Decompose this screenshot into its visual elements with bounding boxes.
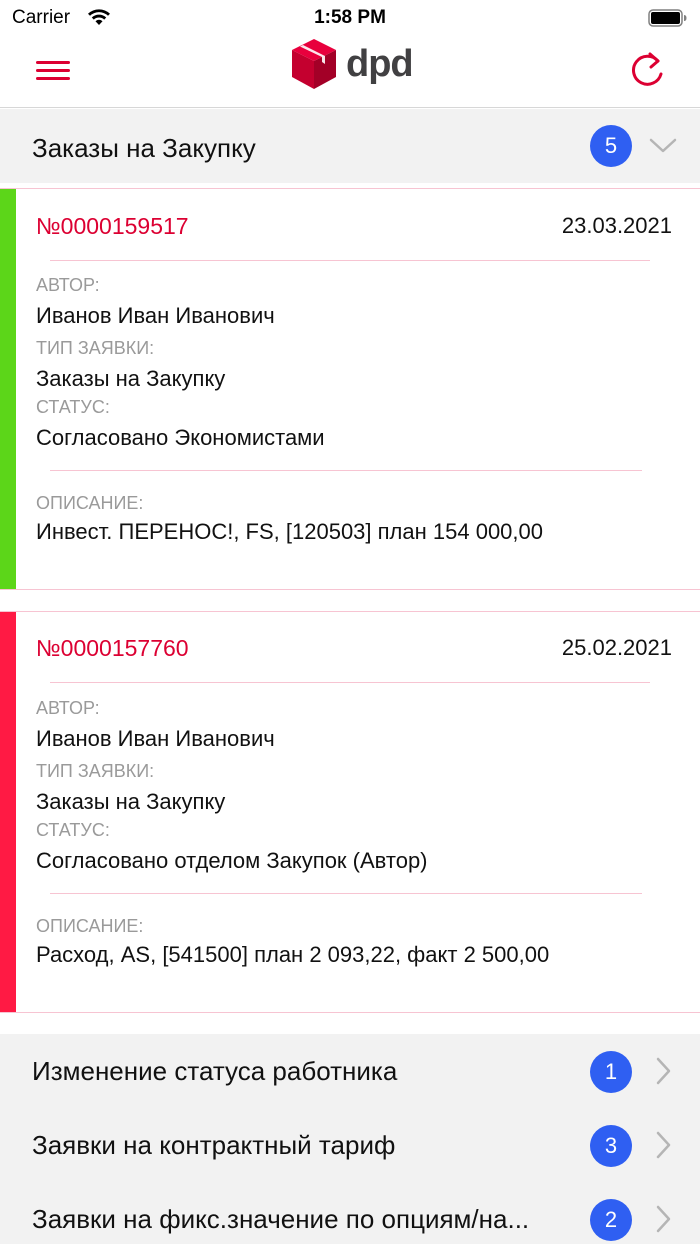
category-label: Заявки на фикс.значение по опциям/на...: [32, 1204, 530, 1234]
type-label: ТИП ЗАЯВКИ:: [36, 761, 155, 781]
clock: 1:58 PM: [314, 7, 386, 28]
category-label: Изменение статуса работника: [32, 1056, 398, 1086]
category-row-fixed-value-options[interactable]: Заявки на фикс.значение по опциям/на... …: [0, 1182, 700, 1244]
order-date: 23.03.2021: [561, 213, 672, 238]
count-badge: 1: [590, 1051, 632, 1093]
category-label: Заявки на контрактный тариф: [32, 1130, 396, 1160]
logo-text: dpd: [346, 42, 414, 85]
order-number: №0000157760: [36, 635, 189, 661]
author-label: АВТОР:: [36, 275, 100, 295]
description-value: Расход, AS, [541500] план 2 093,22, факт…: [36, 942, 550, 967]
chevron-right-icon: [656, 1131, 671, 1159]
refresh-icon[interactable]: [628, 50, 668, 90]
author-value: Иванов Иван Иванович: [36, 303, 275, 328]
status-label: СТАТУС:: [36, 397, 110, 417]
count-badge: 3: [590, 1125, 632, 1167]
chevron-right-icon: [656, 1057, 671, 1085]
status-value: Согласовано отделом Закупок (Автор): [36, 848, 428, 873]
type-value: Заказы на Закупку: [36, 789, 226, 814]
dpd-logo: dpd: [290, 36, 414, 92]
count-badge: 5: [590, 125, 632, 167]
divider: [50, 470, 642, 471]
author-value: Иванов Иван Иванович: [36, 726, 275, 751]
menu-icon: [36, 61, 70, 64]
chevron-down-icon: [649, 138, 677, 153]
menu-button[interactable]: [36, 56, 76, 86]
category-row-contract-tariff[interactable]: Заявки на контрактный тариф 3: [0, 1108, 700, 1182]
author-label: АВТОР:: [36, 698, 100, 718]
count-badge: 2: [590, 1199, 632, 1241]
description-value: Инвест. ПЕРЕНОС!, FS, [120503] план 154 …: [36, 519, 543, 544]
divider: [50, 260, 650, 261]
battery-icon: [648, 9, 687, 27]
nav-bar: dpd: [0, 36, 700, 108]
category-row-employee-status[interactable]: Изменение статуса работника 1: [0, 1034, 700, 1108]
description-label: ОПИСАНИЕ:: [36, 493, 144, 513]
status-bar: Carrier 1:58 PM: [0, 0, 700, 36]
dpd-cube-icon: [292, 39, 336, 89]
section-title: Заказы на Закупку: [32, 133, 256, 163]
category-list: Изменение статуса работника 1 Заявки на …: [0, 1034, 700, 1244]
status-color-strip: [0, 189, 16, 589]
status-value: Согласовано Экономистами: [36, 425, 325, 450]
status-label: СТАТУС:: [36, 820, 110, 840]
type-label: ТИП ЗАЯВКИ:: [36, 338, 155, 358]
order-date: 25.02.2021: [561, 635, 672, 660]
description-label: ОПИСАНИЕ:: [36, 916, 144, 936]
order-card[interactable]: №0000157760 25.02.2021 АВТОР: Иванов Ива…: [0, 611, 700, 1013]
order-card[interactable]: №0000159517 23.03.2021 АВТОР: Иванов Ива…: [0, 188, 700, 590]
divider: [50, 893, 642, 894]
type-value: Заказы на Закупку: [36, 366, 226, 391]
chevron-right-icon: [656, 1205, 671, 1233]
status-color-strip: [0, 612, 16, 1012]
divider: [50, 682, 650, 683]
section-header-purchase-orders[interactable]: Заказы на Закупку 5: [0, 109, 700, 183]
order-number: №0000159517: [36, 213, 189, 239]
